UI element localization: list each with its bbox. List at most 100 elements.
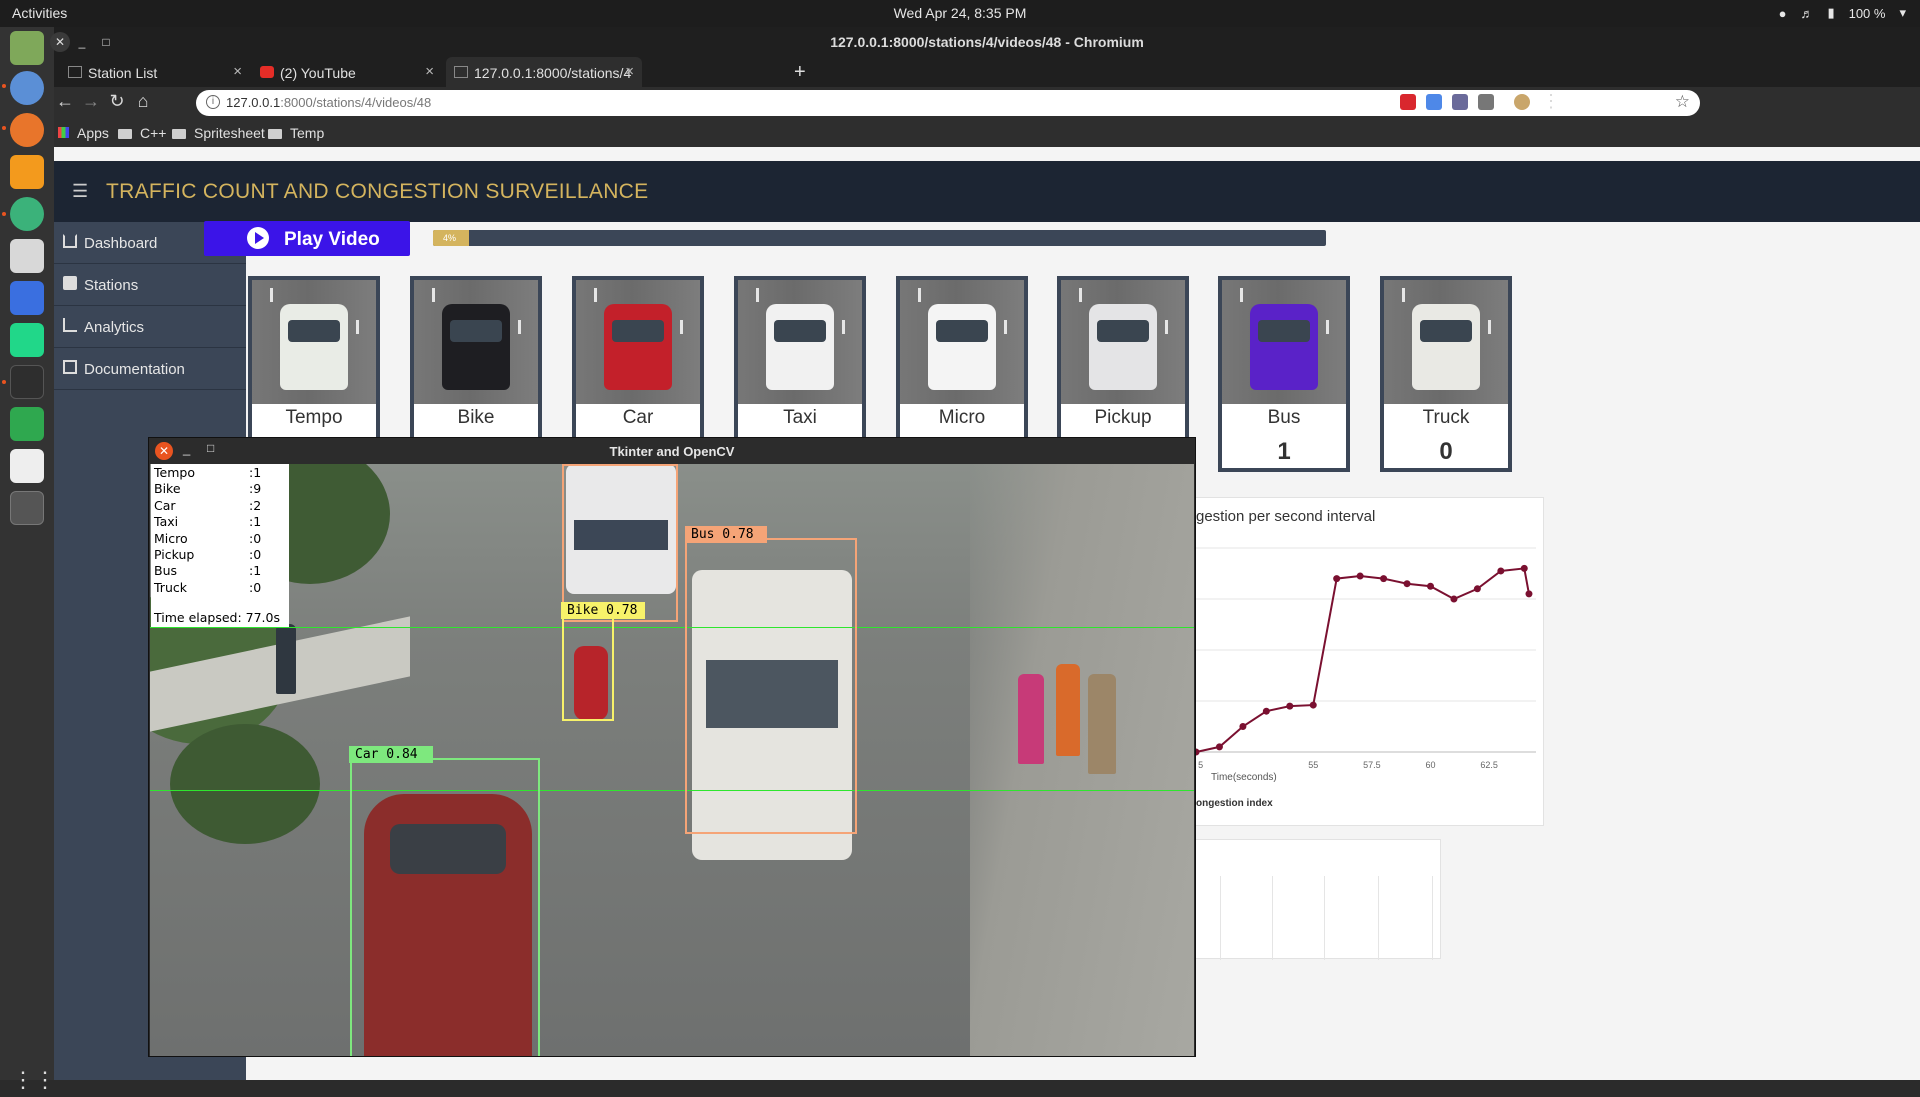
lane-marking (1165, 320, 1168, 334)
extension-shield-icon[interactable] (1426, 94, 1442, 110)
running-indicator (2, 126, 6, 130)
chart-point[interactable] (1286, 702, 1294, 710)
windshield (612, 320, 664, 342)
adblock-icon[interactable] (1400, 94, 1416, 110)
bookmark-temp[interactable]: Temp (268, 125, 324, 141)
count-overlay: Tempo:1 Bike:9 Car:2 Taxi:1 Micro:0 Pickup:0 B… (151, 464, 289, 627)
profile-avatar[interactable] (1514, 94, 1530, 110)
close-tab-icon[interactable]: × (425, 63, 434, 80)
tab-current[interactable]: 127.0.0.1:8000/stations/4 × (446, 57, 642, 87)
folder-icon (268, 129, 282, 139)
chevron-down-icon: ▾ (1899, 5, 1906, 20)
detection-box-bus-top (562, 464, 678, 622)
time-elapsed: Time elapsed: 77.0s (154, 610, 280, 625)
files-icon[interactable] (10, 31, 44, 65)
bookmark-star-icon[interactable]: ☆ (1675, 92, 1690, 112)
vehicle-photo (1222, 280, 1346, 404)
tab-youtube[interactable]: (2) YouTube × (252, 57, 442, 87)
terminal-icon[interactable] (10, 365, 44, 399)
help-icon[interactable] (10, 281, 44, 315)
video-frame: Bus 0.78 Bike 0.78 Car 0.84 Tempo:1 Bike:… (150, 464, 1194, 1056)
chart-point[interactable] (1426, 582, 1434, 590)
reload-icon[interactable]: ↻ (106, 91, 128, 112)
volume-icon: ♬ (1800, 5, 1814, 21)
chart-point[interactable] (1215, 743, 1223, 751)
bar-chart-icon (63, 318, 77, 332)
sublime-icon[interactable] (10, 155, 44, 189)
software-icon[interactable] (10, 239, 44, 273)
home-icon[interactable]: ⌂ (132, 91, 154, 112)
back-icon[interactable]: ← (54, 91, 76, 112)
chart-point[interactable] (1473, 585, 1481, 593)
detection-label-car: Car 0.84 (349, 746, 433, 763)
url-path: :8000/stations/4/videos/48 (280, 95, 432, 110)
chromium-icon[interactable] (10, 71, 44, 105)
address-bar[interactable]: i 127.0.0.1:8000/stations/4/videos/48 ☆ (196, 90, 1700, 116)
overlay-value: :2 (249, 497, 262, 513)
overlay-row: Tempo:1 (154, 465, 261, 480)
app-brand[interactable]: TRAFFIC COUNT AND CONGESTION SURVEILLANC… (106, 180, 648, 204)
chart-point[interactable] (1450, 595, 1458, 603)
bookmark-spritesheet[interactable]: Spritesheet (172, 125, 265, 141)
lane-marking (270, 288, 273, 302)
tk-window-title: Tkinter and OpenCV (609, 444, 735, 459)
chart-point[interactable] (1403, 580, 1411, 588)
chart-point[interactable] (1525, 590, 1533, 598)
document-icon[interactable] (10, 449, 44, 483)
congestion-chart-card: gestion per second interval 5 55 57.5 60 62.… (1195, 497, 1544, 826)
extension-pen-icon[interactable] (1452, 94, 1468, 110)
bookmark-cpp[interactable]: C++ (118, 125, 166, 141)
window-icon[interactable] (10, 491, 44, 525)
clock[interactable]: Wed Apr 24, 8:35 PM (0, 5, 1920, 21)
vehicle-count: 0 (1439, 438, 1453, 465)
lane-marking (918, 288, 921, 302)
play-video-button[interactable]: Play Video (204, 221, 410, 256)
chart-point[interactable] (1520, 564, 1528, 572)
vehicle-photo (1384, 280, 1508, 404)
sidebar-item-documentation[interactable]: Documentation (54, 348, 246, 390)
sidebar-item-label: Documentation (84, 361, 185, 378)
pycharm-icon[interactable] (10, 323, 44, 357)
new-tab-button[interactable]: + (794, 61, 806, 84)
chart-point[interactable] (1196, 748, 1200, 756)
page-icon (68, 66, 82, 78)
tab-station-list[interactable]: Station List × (60, 57, 250, 87)
info-icon[interactable]: i (206, 95, 220, 109)
grid-line (1272, 876, 1273, 960)
video-progress-bar[interactable]: 4% (433, 230, 1326, 246)
pocket-icon[interactable] (1478, 94, 1494, 110)
vehicle-name: Taxi (783, 407, 817, 428)
atom-icon[interactable] (10, 197, 44, 231)
close-tab-icon[interactable]: × (625, 63, 634, 80)
chart-point[interactable] (1333, 575, 1341, 583)
detection-box-bike (562, 617, 614, 721)
chart-point[interactable] (1356, 572, 1364, 580)
folder-icon (172, 129, 186, 139)
sidebar-item-analytics[interactable]: Analytics (54, 306, 246, 348)
windshield (936, 320, 988, 342)
vehicle-name: Tempo (285, 407, 343, 428)
vehicle-name: Bus (1267, 407, 1301, 428)
menu-icon[interactable]: ⋮ (1540, 91, 1562, 112)
firefox-icon[interactable] (10, 113, 44, 147)
show-apps-icon[interactable]: ⋮⋮ (12, 1067, 56, 1097)
overlay-label: Truck (154, 579, 187, 595)
map-icon (63, 276, 77, 290)
bookmark-apps[interactable]: Apps (58, 125, 109, 141)
tab-strip: Station List × (2) YouTube × 127.0.0.1:8… (54, 57, 1920, 87)
hamburger-menu-icon[interactable]: ☰ (72, 181, 88, 202)
close-tab-icon[interactable]: × (233, 63, 242, 80)
chart-point[interactable] (1497, 567, 1505, 575)
chart-point[interactable] (1380, 575, 1388, 583)
chart-point[interactable] (1309, 701, 1317, 709)
chart-point[interactable] (1262, 707, 1270, 715)
forward-icon[interactable]: → (80, 91, 102, 112)
overlay-row: Truck:0 (154, 579, 261, 595)
sidebar-item-stations[interactable]: Stations (54, 264, 246, 306)
overlay-row: Pickup:0 (154, 547, 261, 562)
chart-point[interactable] (1239, 723, 1247, 730)
monitor-icon[interactable] (10, 407, 44, 441)
vehicle-name: Truck (1422, 407, 1470, 428)
system-tray[interactable]: ● ♬ ▮ 100 % ▾ (1779, 5, 1906, 21)
dock: ⋮⋮ (0, 27, 56, 1092)
